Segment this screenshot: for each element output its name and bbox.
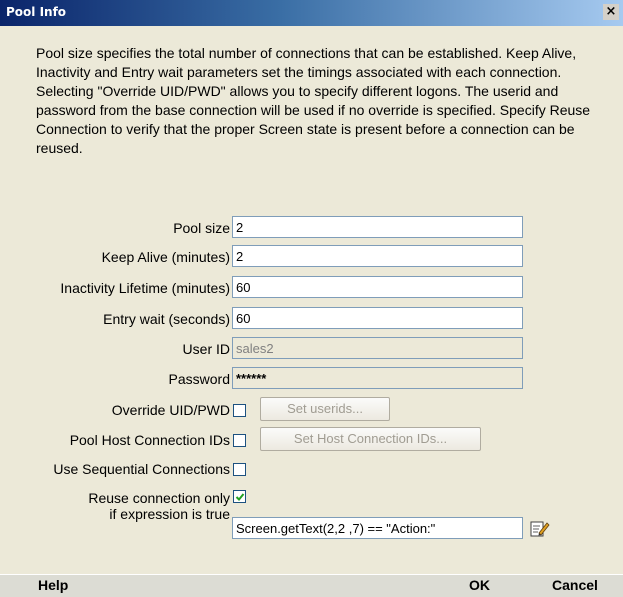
password-label: Password	[168, 371, 230, 387]
override-uid-pwd-label: Override UID/PWD	[111, 402, 230, 418]
sequential-connections-label: Use Sequential Connections	[53, 461, 230, 477]
reuse-connection-label-line2: if expression is true	[109, 506, 230, 522]
pool-host-ids-checkbox[interactable]	[233, 434, 246, 447]
help-button[interactable]: Help	[38, 577, 68, 593]
ok-button[interactable]: OK	[469, 577, 490, 593]
dialog-footer: Help OK Cancel	[0, 574, 623, 597]
close-icon[interactable]: ×	[603, 4, 619, 20]
checkmark-icon	[235, 493, 245, 501]
user-id-label: User ID	[182, 341, 230, 357]
edit-expression-icon[interactable]	[530, 520, 550, 538]
sequential-connections-checkbox[interactable]	[233, 463, 246, 476]
user-id-input: sales2	[232, 337, 523, 359]
pool-host-ids-label: Pool Host Connection IDs	[69, 432, 230, 448]
pool-info-dialog: Pool Info × Pool size specifies the tota…	[0, 0, 623, 597]
override-uid-pwd-checkbox[interactable]	[233, 404, 246, 417]
title-bar[interactable]: Pool Info ×	[0, 0, 623, 26]
reuse-connection-checkbox[interactable]	[233, 490, 246, 503]
description-text: Pool size specifies the total number of …	[36, 45, 591, 156]
reuse-connection-label: Reuse connection only	[88, 490, 230, 506]
password-input: ******	[232, 367, 523, 389]
keep-alive-label: Keep Alive (minutes)	[101, 249, 230, 265]
keep-alive-input[interactable]: 2	[232, 245, 523, 267]
pool-size-input[interactable]: 2	[232, 216, 523, 238]
inactivity-lifetime-input[interactable]: 60	[232, 276, 523, 298]
pool-size-label: Pool size	[173, 220, 230, 236]
window-title: Pool Info	[6, 5, 67, 19]
set-userids-button[interactable]: Set userids...	[260, 397, 390, 421]
reuse-expression-input[interactable]: Screen.getText(2,2 ,7) == "Action:"	[232, 517, 523, 539]
entry-wait-input[interactable]: 60	[232, 307, 523, 329]
set-host-connection-ids-button[interactable]: Set Host Connection IDs...	[260, 427, 481, 451]
inactivity-lifetime-label: Inactivity Lifetime (minutes)	[60, 280, 230, 296]
entry-wait-label: Entry wait (seconds)	[103, 311, 230, 327]
cancel-button[interactable]: Cancel	[552, 577, 598, 593]
